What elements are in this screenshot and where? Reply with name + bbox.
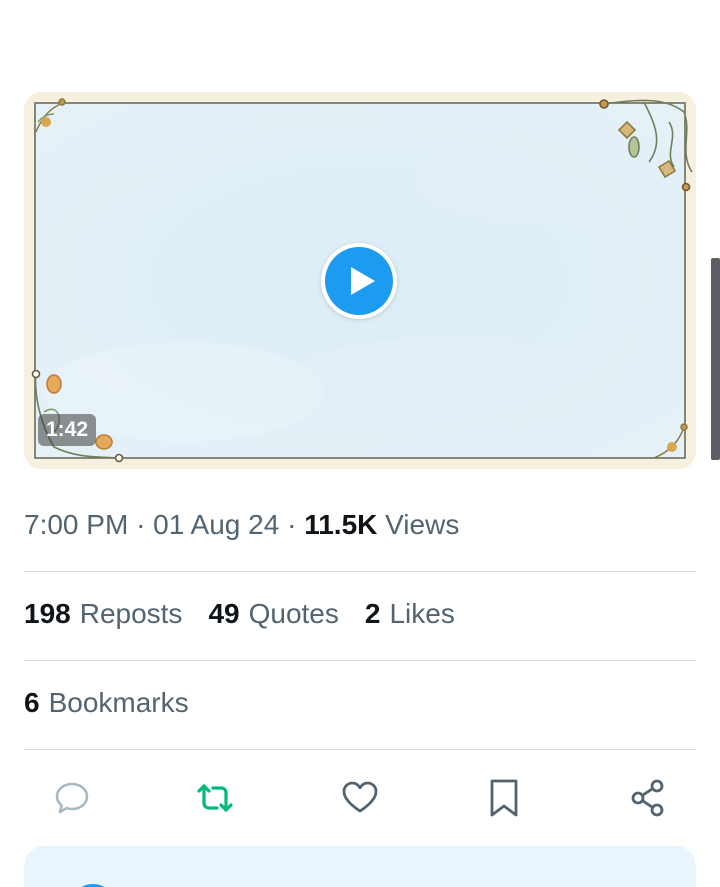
- play-button[interactable]: [321, 243, 397, 319]
- divider: [24, 660, 696, 661]
- video-player[interactable]: 1:42: [24, 92, 696, 469]
- repost-icon: [197, 784, 233, 812]
- bookmarks-stat[interactable]: 6 Bookmarks: [24, 687, 189, 719]
- quotes-count: 49: [208, 598, 240, 629]
- video-duration-badge: 1:42: [38, 414, 97, 446]
- reposts-label: Reposts: [79, 598, 183, 629]
- repost-button[interactable]: [193, 776, 237, 820]
- like-icon: [342, 781, 378, 813]
- views-count: 11.5K: [304, 509, 378, 540]
- likes-label: Likes: [389, 598, 455, 629]
- share-button[interactable]: [626, 776, 670, 820]
- engagement-stats: 198 Reposts 49 Quotes 2 Likes: [24, 598, 455, 630]
- views-label: Views: [385, 509, 460, 540]
- tweet-detail: 1:42 7:00 PM · 01 Aug 24 · 11.5K Views 1…: [0, 0, 720, 887]
- bookmark-button[interactable]: [482, 776, 526, 820]
- quotes-stat[interactable]: 49 Quotes: [208, 598, 338, 630]
- play-icon: [325, 247, 393, 315]
- reposts-stat[interactable]: 198 Reposts: [24, 598, 182, 630]
- share-icon: [631, 779, 664, 817]
- scrollbar[interactable]: [711, 258, 720, 460]
- reply-composer-card[interactable]: [24, 846, 696, 887]
- reposts-count: 198: [24, 598, 71, 629]
- meta-separator: ·: [287, 509, 297, 540]
- reply-button[interactable]: [50, 776, 94, 820]
- tweet-time[interactable]: 7:00 PM: [24, 509, 128, 540]
- bookmarks-label: Bookmarks: [48, 687, 189, 718]
- reply-icon: [55, 782, 89, 814]
- quotes-label: Quotes: [248, 598, 339, 629]
- bookmarks-count: 6: [24, 687, 40, 718]
- divider: [24, 749, 696, 750]
- meta-separator: ·: [136, 509, 146, 540]
- likes-stat[interactable]: 2 Likes: [365, 598, 455, 630]
- tweet-date[interactable]: 01 Aug 24: [153, 509, 279, 540]
- like-button[interactable]: [338, 776, 382, 820]
- likes-count: 2: [364, 598, 381, 629]
- bookmark-icon: [490, 779, 518, 817]
- tweet-meta-line: 7:00 PM · 01 Aug 24 · 11.5K Views: [24, 509, 459, 541]
- divider: [24, 571, 696, 572]
